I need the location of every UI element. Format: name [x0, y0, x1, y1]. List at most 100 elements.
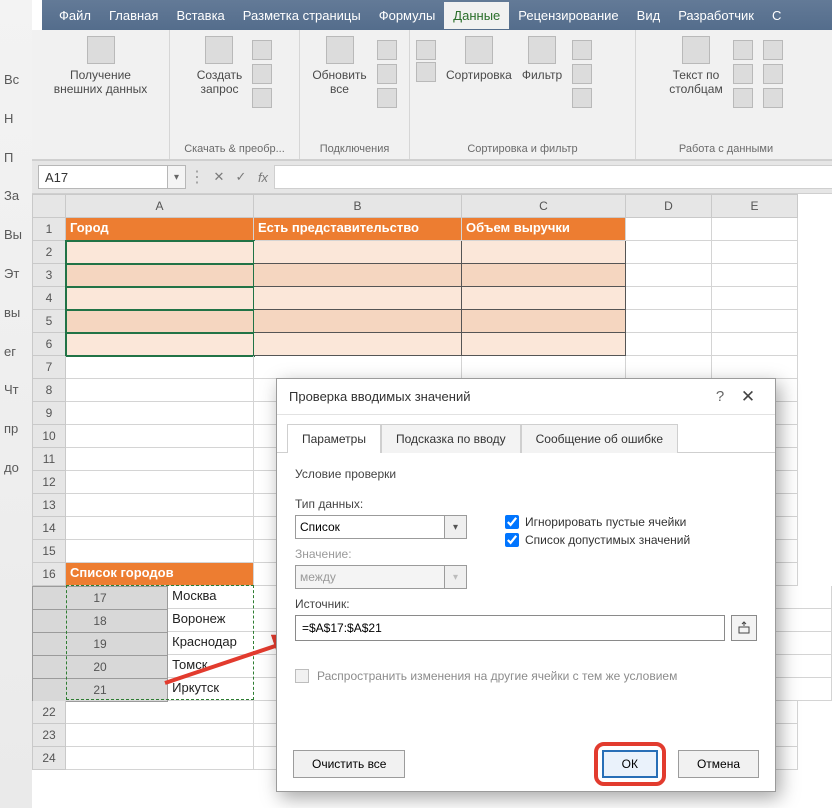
cell-A9[interactable]	[66, 402, 254, 425]
cell-A13[interactable]	[66, 494, 254, 517]
cell-E1[interactable]	[712, 218, 798, 241]
tab-developer[interactable]: Разработчик	[669, 2, 763, 29]
filter-mini-1[interactable]	[572, 40, 592, 60]
dialog-tab-settings[interactable]: Параметры	[287, 424, 381, 453]
tab-home[interactable]: Главная	[100, 2, 167, 29]
data-mini-5[interactable]	[763, 64, 783, 84]
query-mini-3[interactable]	[252, 88, 272, 108]
cell-B3[interactable]	[254, 264, 462, 287]
tab-view[interactable]: Вид	[628, 2, 670, 29]
cell-C1[interactable]: Объем выручки	[462, 218, 626, 241]
row-header[interactable]: 15	[32, 540, 66, 563]
cell-A5[interactable]	[66, 310, 254, 333]
cell-C7[interactable]	[462, 356, 626, 379]
row-header[interactable]: 4	[32, 287, 66, 310]
row-header[interactable]: 14	[32, 517, 66, 540]
filter-mini-3[interactable]	[572, 88, 592, 108]
cancel-button[interactable]: Отмена	[678, 750, 759, 778]
cell-E7[interactable]	[712, 356, 798, 379]
cell-B6[interactable]	[254, 333, 462, 356]
ok-button[interactable]: ОК	[602, 750, 658, 778]
cell-A7[interactable]	[66, 356, 254, 379]
cell-A10[interactable]	[66, 425, 254, 448]
cancel-formula-button[interactable]: ✕	[208, 165, 230, 189]
query-mini-2[interactable]	[252, 64, 272, 84]
sort-asc-button[interactable]	[416, 40, 436, 60]
col-header-E[interactable]: E	[712, 194, 798, 218]
cell-E4[interactable]	[712, 287, 798, 310]
row-header[interactable]: 22	[32, 701, 66, 724]
row-header[interactable]: 3	[32, 264, 66, 287]
cell-B7[interactable]	[254, 356, 462, 379]
refresh-all-button[interactable]: Обновить все	[312, 36, 366, 96]
data-mini-4[interactable]	[763, 40, 783, 60]
dialog-tab-error-alert[interactable]: Сообщение об ошибке	[521, 424, 678, 453]
cell-A1[interactable]: Город	[66, 218, 254, 241]
row-header[interactable]: 9	[32, 402, 66, 425]
cell-D3[interactable]	[626, 264, 712, 287]
dialog-help-button[interactable]: ?	[707, 388, 733, 405]
cell-A3[interactable]	[66, 264, 254, 287]
col-header-D[interactable]: D	[626, 194, 712, 218]
col-header-A[interactable]: A	[66, 194, 254, 218]
cell-A4[interactable]	[66, 287, 254, 310]
cell-A8[interactable]	[66, 379, 254, 402]
in-cell-dropdown-checkbox[interactable]: Список допустимых значений	[505, 533, 690, 547]
cell-A6[interactable]	[66, 333, 254, 356]
sort-desc-button[interactable]	[416, 62, 436, 82]
cell-A24[interactable]	[66, 747, 254, 770]
cell-D7[interactable]	[626, 356, 712, 379]
text-to-columns-button[interactable]: Текст по столбцам	[669, 36, 722, 96]
tab-pagelayout[interactable]: Разметка страницы	[234, 2, 370, 29]
dialog-close-button[interactable]: ✕	[733, 387, 763, 407]
cell-B1[interactable]: Есть представительство	[254, 218, 462, 241]
cell-D2[interactable]	[626, 241, 712, 264]
tab-more[interactable]: С	[763, 2, 790, 29]
cell-C5[interactable]	[462, 310, 626, 333]
cell-A11[interactable]	[66, 448, 254, 471]
cell-A22[interactable]	[66, 701, 254, 724]
cell-C3[interactable]	[462, 264, 626, 287]
row-header[interactable]: 23	[32, 724, 66, 747]
cell-A12[interactable]	[66, 471, 254, 494]
row-header[interactable]: 24	[32, 747, 66, 770]
source-input[interactable]	[295, 615, 725, 641]
row-header[interactable]: 11	[32, 448, 66, 471]
cell-B5[interactable]	[254, 310, 462, 333]
query-mini-1[interactable]	[252, 40, 272, 60]
filter-mini-2[interactable]	[572, 64, 592, 84]
data-mini-1[interactable]	[733, 40, 753, 60]
conn-mini-3[interactable]	[377, 88, 397, 108]
cell-B4[interactable]	[254, 287, 462, 310]
row-header[interactable]: 1	[32, 218, 66, 241]
sort-button[interactable]: Сортировка	[446, 36, 512, 82]
data-mini-6[interactable]	[763, 88, 783, 108]
col-header-B[interactable]: B	[254, 194, 462, 218]
name-box[interactable]	[38, 165, 168, 189]
tab-data[interactable]: Данные	[444, 2, 509, 29]
cell-E2[interactable]	[712, 241, 798, 264]
allow-type-dropdown-icon[interactable]: ▾	[445, 515, 467, 539]
cell-A23[interactable]	[66, 724, 254, 747]
in-cell-dropdown-input[interactable]	[505, 533, 519, 547]
range-picker-button[interactable]	[731, 615, 757, 641]
cell-E5[interactable]	[712, 310, 798, 333]
new-query-button[interactable]: Создать запрос	[197, 36, 243, 96]
row-header[interactable]: 16	[32, 563, 66, 586]
allow-type-select[interactable]	[295, 515, 445, 539]
cell-A16[interactable]: Список городов	[66, 563, 254, 586]
tab-formulas[interactable]: Формулы	[370, 2, 445, 29]
ignore-blank-checkbox[interactable]: Игнорировать пустые ячейки	[505, 515, 690, 529]
conn-mini-1[interactable]	[377, 40, 397, 60]
conn-mini-2[interactable]	[377, 64, 397, 84]
cell-C4[interactable]	[462, 287, 626, 310]
filter-button[interactable]: Фильтр	[522, 36, 562, 82]
cell-A2[interactable]	[66, 241, 254, 264]
select-all-corner[interactable]	[32, 194, 66, 218]
get-external-data-button[interactable]: Получение внешних данных	[54, 36, 148, 96]
cell-D6[interactable]	[626, 333, 712, 356]
cell-D1[interactable]	[626, 218, 712, 241]
row-header[interactable]: 13	[32, 494, 66, 517]
row-header[interactable]: 8	[32, 379, 66, 402]
tab-insert[interactable]: Вставка	[167, 2, 233, 29]
